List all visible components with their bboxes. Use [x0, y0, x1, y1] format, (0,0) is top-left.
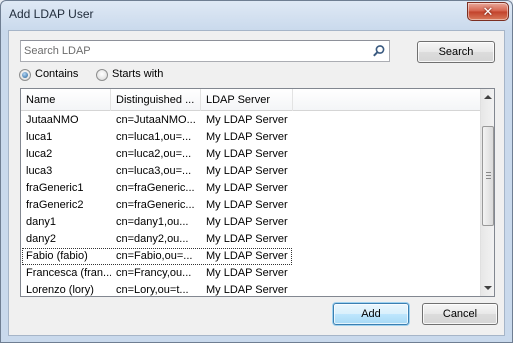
cell-distinguished-name: cn=fraGeneric...: [116, 182, 195, 194]
cell-distinguished-name: cn=Francy,ou...: [116, 267, 192, 279]
cell-ldap-server: My LDAP Server: [206, 216, 288, 228]
table-row[interactable]: Lorenzo (lory) cn=Lory,ou=t... My LDAP Ser…: [21, 282, 481, 296]
cancel-button[interactable]: Cancel: [422, 303, 498, 325]
table-row[interactable]: luca2 cn=luca2,ou=... My LDAP Server: [21, 146, 481, 163]
cell-ldap-server: My LDAP Server: [206, 267, 288, 279]
dialog-title: Add LDAP User: [9, 7, 94, 21]
column-header-ldap-server[interactable]: LDAP Server: [201, 89, 293, 111]
cell-distinguished-name: cn=Lory,ou=t...: [116, 284, 189, 296]
cell-distinguished-name: cn=JutaaNMO...: [116, 114, 196, 126]
add-ldap-user-dialog: Add LDAP User ✕ Search Contains Starts w…: [0, 0, 513, 343]
starts-with-radio[interactable]: [96, 69, 108, 81]
column-header-name[interactable]: Name: [21, 89, 111, 111]
cell-distinguished-name: cn=luca2,ou=...: [116, 148, 192, 160]
cell-ldap-server: My LDAP Server: [206, 199, 288, 211]
arrow-up-icon: [484, 95, 492, 99]
cell-name: dany1: [26, 216, 56, 228]
table-row[interactable]: Francesca (fran... cn=Francy,ou... My LDAP…: [21, 265, 481, 282]
cell-ldap-server: My LDAP Server: [206, 114, 288, 126]
cell-distinguished-name: cn=dany2,ou...: [116, 233, 189, 245]
scroll-thumb[interactable]: [482, 126, 494, 226]
close-icon: ✕: [482, 4, 494, 19]
search-input[interactable]: [24, 43, 364, 59]
table-row[interactable]: dany1 cn=dany1,ou... My LDAP Server: [21, 214, 481, 231]
cell-name: Lorenzo (lory): [26, 284, 94, 296]
cell-name: fraGeneric2: [26, 199, 84, 211]
cell-ldap-server: My LDAP Server: [206, 182, 288, 194]
cell-distinguished-name: cn=luca3,ou=...: [116, 165, 192, 177]
focus-rectangle: [22, 248, 292, 265]
cell-name: luca1: [26, 131, 53, 143]
search-icon[interactable]: [372, 44, 386, 58]
contains-radio[interactable]: [19, 69, 31, 81]
cell-name: JutaaNMO: [26, 114, 79, 126]
cell-distinguished-name: cn=dany1,ou...: [116, 216, 189, 228]
grip-line: [486, 172, 491, 173]
table-row[interactable]: Fabio (fabio) cn=Fabio,ou=... My LDAP Serv…: [21, 248, 481, 265]
users-list[interactable]: Name Distinguished ... LDAP Server Jutaa…: [20, 88, 495, 297]
grip-line: [486, 178, 491, 179]
cell-name: luca2: [26, 148, 53, 160]
cell-name: luca3: [26, 165, 53, 177]
cell-distinguished-name: cn=luca1,ou=...: [116, 131, 192, 143]
table-row[interactable]: JutaaNMO cn=JutaaNMO... My LDAP Server: [21, 112, 481, 129]
scroll-down-button[interactable]: [481, 279, 494, 296]
list-rows: JutaaNMO cn=JutaaNMO... My LDAP Server luca…: [21, 112, 481, 296]
table-row[interactable]: dany2 cn=dany2,ou... My LDAP Server: [21, 231, 481, 248]
close-button[interactable]: ✕: [467, 2, 509, 21]
add-button[interactable]: Add: [333, 303, 409, 325]
contains-label[interactable]: Contains: [35, 68, 78, 80]
cell-name: Francesca (fran...: [26, 267, 111, 279]
vertical-scrollbar[interactable]: [480, 89, 494, 296]
search-button[interactable]: Search: [417, 41, 495, 63]
cell-ldap-server: My LDAP Server: [206, 165, 288, 177]
grip-line: [486, 175, 491, 176]
starts-with-label[interactable]: Starts with: [112, 68, 163, 80]
scroll-up-button[interactable]: [481, 89, 494, 106]
list-header: Name Distinguished ... LDAP Server: [21, 89, 481, 111]
cell-ldap-server: My LDAP Server: [206, 131, 288, 143]
column-header-distinguished-name[interactable]: Distinguished ...: [111, 89, 201, 111]
dialog-content: Search Contains Starts with Name Disting…: [8, 30, 505, 336]
search-box[interactable]: [20, 40, 390, 62]
cell-ldap-server: My LDAP Server: [206, 148, 288, 160]
cell-name: dany2: [26, 233, 56, 245]
table-row[interactable]: luca3 cn=luca3,ou=... My LDAP Server: [21, 163, 481, 180]
cell-name: fraGeneric1: [26, 182, 84, 194]
table-row[interactable]: fraGeneric1 cn=fraGeneric... My LDAP Serve…: [21, 180, 481, 197]
title-bar[interactable]: Add LDAP User: [1, 1, 512, 29]
cell-ldap-server: My LDAP Server: [206, 233, 288, 245]
cell-ldap-server: My LDAP Server: [206, 284, 288, 296]
table-row[interactable]: luca1 cn=luca1,ou=... My LDAP Server: [21, 129, 481, 146]
table-row[interactable]: fraGeneric2 cn=fraGeneric... My LDAP Serve…: [21, 197, 481, 214]
cell-distinguished-name: cn=fraGeneric...: [116, 199, 195, 211]
arrow-down-icon: [484, 286, 492, 290]
